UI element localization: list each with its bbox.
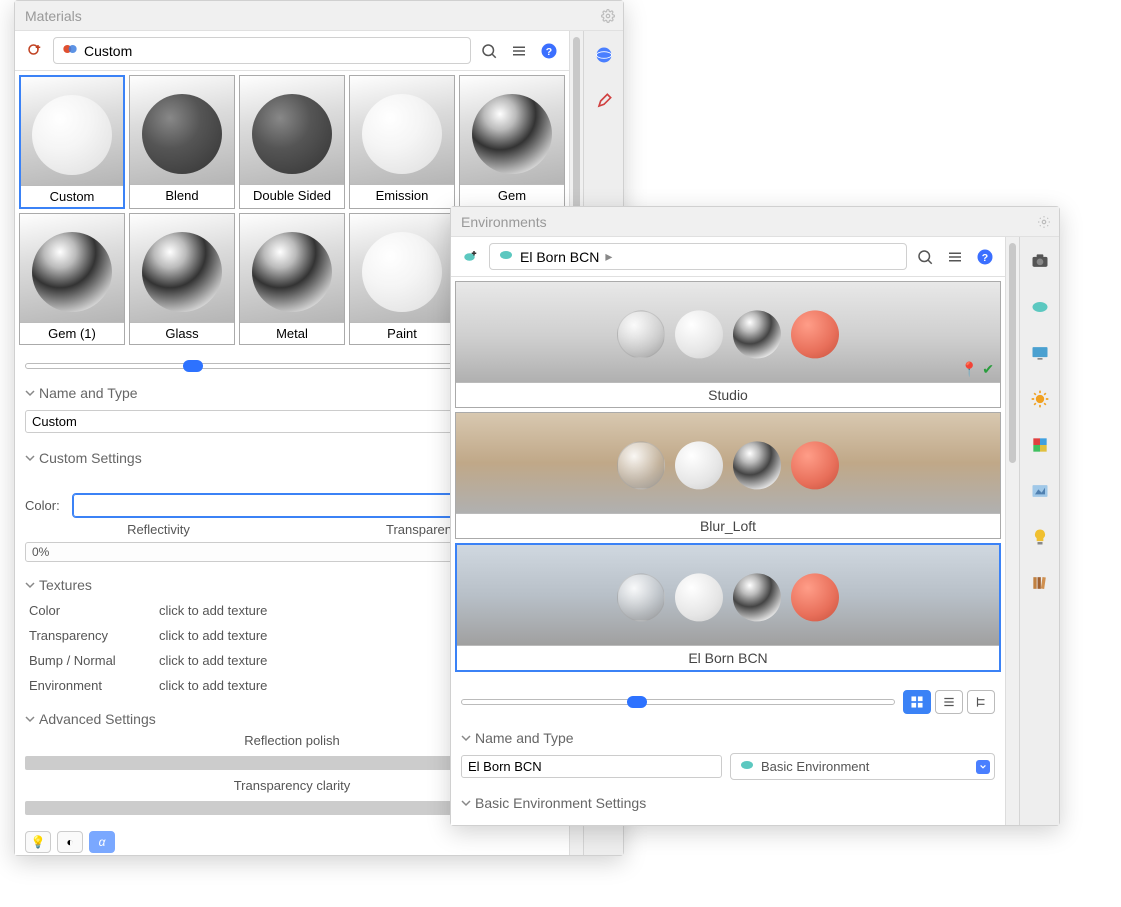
- texture-row-label: Bump / Normal: [29, 653, 159, 668]
- chevron-down-icon: [25, 580, 35, 590]
- help-icon[interactable]: ?: [973, 245, 997, 269]
- chevron-down-icon: [461, 798, 471, 808]
- breadcrumb-label: El Born BCN: [520, 249, 599, 265]
- environment-item[interactable]: El Born BCN: [455, 543, 1001, 672]
- chevron-down-icon: [25, 714, 35, 724]
- material-thumb[interactable]: Blend: [129, 75, 235, 209]
- add-material-icon[interactable]: [23, 39, 47, 63]
- environment-icon: [739, 757, 755, 776]
- svg-text:?: ?: [546, 45, 552, 57]
- side-sun-icon[interactable]: [1026, 385, 1054, 413]
- reflectivity-pct[interactable]: 0%: [25, 542, 483, 562]
- color-label: Color:: [25, 498, 65, 513]
- material-thumb[interactable]: Paint: [349, 213, 455, 345]
- search-icon[interactable]: [477, 39, 501, 63]
- reflection-polish-bar[interactable]: [25, 756, 506, 770]
- color-swatch-input[interactable]: [73, 494, 515, 517]
- environments-title: Environments: [461, 214, 547, 230]
- view-list-button[interactable]: [935, 690, 963, 714]
- side-display-icon[interactable]: [1026, 339, 1054, 367]
- check-icon: ✔: [982, 361, 994, 378]
- add-environment-icon[interactable]: [459, 245, 483, 269]
- material-thumb[interactable]: Glass: [129, 213, 235, 345]
- dropdown-caret-icon: [976, 760, 990, 774]
- pin-icon: 📍: [961, 361, 978, 378]
- svg-text:?: ?: [982, 251, 988, 263]
- materials-title: Materials: [25, 8, 82, 24]
- environments-panel: Environments El Born BCN ▸ ?: [450, 206, 1060, 826]
- side-globe-icon[interactable]: [590, 41, 618, 69]
- materials-breadcrumb[interactable]: Custom: [53, 37, 471, 64]
- transparency-clarity-bar[interactable]: [25, 801, 506, 815]
- environments-toolbar: El Born BCN ▸ ?: [451, 237, 1005, 277]
- material-thumb[interactable]: Gem: [459, 75, 565, 209]
- menu-icon[interactable]: [507, 39, 531, 63]
- side-image-icon[interactable]: [1026, 477, 1054, 505]
- side-palette-icon[interactable]: [1026, 431, 1054, 459]
- side-eyedropper-icon[interactable]: [590, 87, 618, 115]
- environment-item[interactable]: Blur_Loft: [455, 412, 1001, 539]
- environments-header: Environments: [451, 207, 1059, 237]
- environment-type-select[interactable]: Basic Environment: [730, 753, 995, 780]
- env-name-type-header[interactable]: Name and Type: [461, 726, 995, 750]
- chevron-right-icon: ▸: [605, 248, 612, 265]
- material-thumb[interactable]: Custom: [19, 75, 125, 209]
- side-bulb-icon[interactable]: [1026, 523, 1054, 551]
- view-grid-button[interactable]: [903, 690, 931, 714]
- basic-env-settings-header[interactable]: Basic Environment Settings: [461, 791, 995, 815]
- search-icon[interactable]: [913, 245, 937, 269]
- preview-mode-sphere[interactable]: ◐: [57, 831, 83, 853]
- preview-mode-lightbulb[interactable]: 💡: [25, 831, 51, 853]
- environments-breadcrumb[interactable]: El Born BCN ▸: [489, 243, 907, 270]
- texture-row-label: Transparency: [29, 628, 159, 643]
- texture-row-label: Environment: [29, 678, 159, 693]
- environments-scrollbar[interactable]: [1005, 237, 1019, 825]
- menu-icon[interactable]: [943, 245, 967, 269]
- custom-material-icon: [62, 41, 78, 60]
- material-name-input[interactable]: [25, 410, 466, 433]
- side-camera-icon[interactable]: [1026, 247, 1054, 275]
- chevron-down-icon: [25, 453, 35, 463]
- view-tree-button[interactable]: [967, 690, 995, 714]
- environment-icon: [498, 247, 514, 266]
- gear-icon[interactable]: [1037, 215, 1051, 229]
- reflectivity-label: Reflectivity: [25, 520, 292, 539]
- preview-mode-alpha[interactable]: α: [89, 831, 115, 853]
- materials-header: Materials: [15, 1, 623, 31]
- environments-list: 📍✔ Studio Blur_Loft El Born BCN: [451, 277, 1005, 676]
- chevron-down-icon: [25, 388, 35, 398]
- material-thumb[interactable]: Metal: [239, 213, 345, 345]
- gear-icon[interactable]: [601, 9, 615, 23]
- material-thumb[interactable]: Emission: [349, 75, 455, 209]
- side-library-icon[interactable]: [1026, 569, 1054, 597]
- side-environment-icon[interactable]: [1026, 293, 1054, 321]
- environment-item[interactable]: 📍✔ Studio: [455, 281, 1001, 408]
- materials-toolbar: Custom ?: [15, 31, 569, 71]
- material-thumb[interactable]: Gem (1): [19, 213, 125, 345]
- breadcrumb-label: Custom: [84, 43, 132, 59]
- chevron-down-icon: [461, 733, 471, 743]
- help-icon[interactable]: ?: [537, 39, 561, 63]
- material-thumb[interactable]: Double Sided: [239, 75, 345, 209]
- environment-name-input[interactable]: [461, 755, 722, 778]
- env-thumb-size-slider[interactable]: [461, 699, 895, 705]
- texture-row-label: Color: [29, 603, 159, 618]
